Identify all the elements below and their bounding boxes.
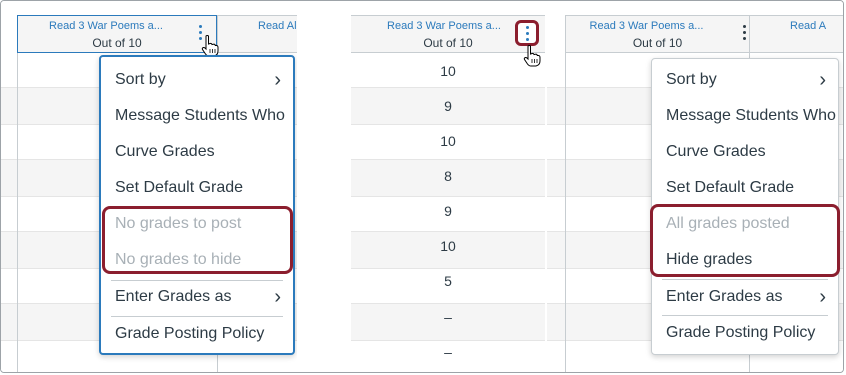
menu-item-enter-grades-as[interactable]: Enter Grades as › <box>115 279 285 315</box>
highlight-box <box>102 206 293 274</box>
assignment-title-link[interactable]: Read 3 War Poems a... <box>566 20 727 32</box>
grade-cell[interactable]: 10 <box>351 123 545 159</box>
next-column-header[interactable]: Read A <box>749 15 843 53</box>
menu-item-sort-by[interactable]: Sort by › <box>666 62 830 98</box>
assignment-column-header[interactable]: Read 3 War Poems a... Out of 10 <box>351 15 545 53</box>
menu-item-grade-posting-policy[interactable]: Grade Posting Policy <box>666 315 830 351</box>
grade-cell[interactable]: – <box>351 334 545 370</box>
menu-item-message-students[interactable]: Message Students Who <box>115 98 285 134</box>
menu-item-grade-posting-policy[interactable]: Grade Posting Policy <box>115 316 285 352</box>
next-column-header[interactable]: Read Al <box>217 15 297 53</box>
column-options-menu: Sort by › Message Students Who Curve Gra… <box>99 55 295 355</box>
menu-item-enter-grades-as[interactable]: Enter Grades as › <box>666 279 830 315</box>
menu-item-label: Enter Grades as <box>666 288 783 305</box>
assignment-title-link[interactable]: Read 3 War Poems a... <box>18 20 194 32</box>
column-divider <box>17 53 18 372</box>
grade-cell[interactable]: 9 <box>351 88 545 124</box>
grade-cell[interactable]: 10 <box>351 228 545 264</box>
menu-item-set-default-grade[interactable]: Set Default Grade <box>666 170 830 206</box>
menu-item-label: Sort by <box>666 71 717 88</box>
menu-item-label: Enter Grades as <box>115 288 232 305</box>
grade-cell[interactable]: 5 <box>351 263 545 299</box>
column-divider <box>565 53 566 372</box>
next-assignment-title[interactable]: Read Al <box>258 20 297 32</box>
screenshot-frame: Read 3 War Poems a... Out of 10 Read Al … <box>0 0 844 373</box>
menu-item-label: Sort by <box>115 71 166 88</box>
points-possible: Out of 10 <box>92 36 142 50</box>
menu-item-curve-grades[interactable]: Curve Grades <box>666 134 830 170</box>
kebab-menu-icon[interactable] <box>515 20 539 46</box>
menu-item-curve-grades[interactable]: Curve Grades <box>115 134 285 170</box>
panel-left: Read 3 War Poems a... Out of 10 Read Al … <box>1 1 297 372</box>
grade-cell[interactable]: 10 <box>351 53 545 89</box>
hand-pointer-cursor-icon <box>201 35 219 57</box>
chevron-right-icon: › <box>274 69 281 91</box>
chevron-right-icon: › <box>819 286 826 308</box>
panel-right: Read 3 War Poems a... Out of 10 Read A S… <box>547 1 843 372</box>
menu-item-sort-by[interactable]: Sort by › <box>115 62 285 98</box>
panel-middle: Read 3 War Poems a... Out of 10 10 9 10 … <box>351 1 545 372</box>
chevron-right-icon: › <box>274 286 281 308</box>
points-possible: Out of 10 <box>632 36 683 50</box>
menu-item-message-students[interactable]: Message Students Who <box>666 98 836 134</box>
chevron-right-icon: › <box>819 69 826 91</box>
grade-cell[interactable]: 8 <box>351 158 545 194</box>
next-assignment-title[interactable]: Read A <box>790 20 843 32</box>
grade-cell[interactable]: – <box>351 299 545 335</box>
menu-item-set-default-grade[interactable]: Set Default Grade <box>115 170 285 206</box>
assignment-title-link[interactable]: Read 3 War Poems a... <box>367 20 521 32</box>
highlight-box <box>650 204 840 277</box>
assignment-column-header[interactable]: Read 3 War Poems a... Out of 10 <box>565 15 750 53</box>
grade-cell[interactable]: 9 <box>351 193 545 229</box>
assignment-column-header[interactable]: Read 3 War Poems a... Out of 10 <box>17 15 217 53</box>
